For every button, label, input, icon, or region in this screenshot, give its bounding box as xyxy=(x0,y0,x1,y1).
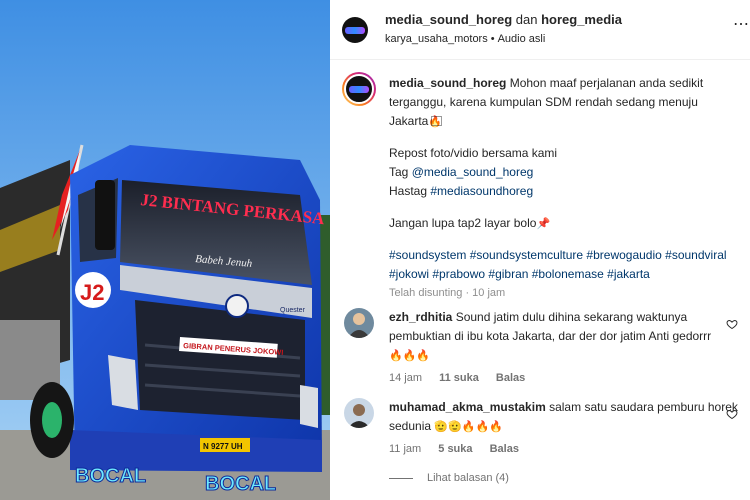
tag-label: Tag xyxy=(389,165,409,179)
audio-link[interactable]: Audio asli xyxy=(498,33,546,45)
avatar-image xyxy=(344,308,374,338)
author-link[interactable]: media_sound_horeg xyxy=(385,12,512,27)
caption-text: media_sound_horeg Mohon maaf perjalanan … xyxy=(389,74,739,303)
avatar-image xyxy=(344,398,374,428)
avatar-logo xyxy=(345,26,365,34)
truck-photo: J2 J2 BINTANG PERKASA Babeh Jenuh Queste… xyxy=(0,0,330,500)
license-plate: N 9277 UH xyxy=(203,442,243,451)
post-authors: media_sound_horeg dan horeg_media xyxy=(385,12,622,27)
caption-tap: Jangan lupa tap2 layar bolo xyxy=(389,216,537,230)
comment-username[interactable]: muhamad_akma_mustakim xyxy=(389,400,546,414)
comment-meta: 14 jam 11 suka Balas xyxy=(389,369,739,388)
comment-body: muhamad_akma_mustakim salam satu saudara… xyxy=(389,398,739,459)
caption-username[interactable]: media_sound_horeg xyxy=(389,76,506,90)
comment-meta: 11 jam 5 suka Balas xyxy=(389,440,739,459)
model-text: Quester xyxy=(280,307,306,314)
heart-icon[interactable] xyxy=(726,318,738,330)
post-details-panel: media_sound_horeg dan horeg_media karya_… xyxy=(330,0,750,500)
caption-repost: Repost foto/vidio bersama kami xyxy=(389,146,558,160)
post-header: media_sound_horeg dan horeg_media karya_… xyxy=(330,0,750,60)
comment-likes[interactable]: 5 suka xyxy=(438,443,472,455)
view-replies-button[interactable]: Lihat balasan (4) xyxy=(389,472,509,484)
hashtag-label: Hastag xyxy=(389,184,428,198)
view-replies-label: Lihat balasan (4) xyxy=(427,472,509,484)
pin-emoji: 📌 xyxy=(536,217,551,230)
post-subtitle: karya_usaha_motors • Audio asli xyxy=(385,33,545,45)
comment-likes[interactable]: 11 suka xyxy=(439,372,479,384)
avatar[interactable] xyxy=(342,17,368,43)
side-logo: J2 xyxy=(80,280,104,305)
avatar[interactable] xyxy=(342,72,376,106)
coauthor-link[interactable]: horeg_media xyxy=(541,12,622,27)
comment-emoji: 🫡🫡🔥🔥🔥 xyxy=(434,420,503,433)
comment-emoji: 🔥🔥🔥 xyxy=(389,349,431,362)
avatar-logo xyxy=(349,85,369,93)
tag-link[interactable]: @media_sound_horeg xyxy=(412,165,534,179)
more-horizontal-icon[interactable]: ⋯ xyxy=(733,14,750,34)
post-media[interactable]: J2 J2 BINTANG PERKASA Babeh Jenuh Queste… xyxy=(0,0,330,500)
reply-button[interactable]: Balas xyxy=(496,372,525,384)
author-connector: dan xyxy=(515,12,538,27)
heart-icon[interactable] xyxy=(726,408,738,420)
avatar[interactable] xyxy=(344,308,374,338)
separator-dot: • xyxy=(490,33,495,45)
location-link[interactable]: karya_usaha_motors xyxy=(385,33,488,45)
comment-time: 11 jam xyxy=(389,443,422,455)
brand-left: BOCAL xyxy=(75,465,146,487)
avatar[interactable] xyxy=(344,398,374,428)
divider-line xyxy=(389,477,413,479)
caption-meta: Telah disunting · 10 jam xyxy=(389,287,506,299)
brand-right: BOCAL xyxy=(205,473,276,495)
comment-username[interactable]: ezh_rdhitia xyxy=(389,310,452,324)
caption-hashtags[interactable]: #soundsystem #soundsystemculture #brewog… xyxy=(389,246,739,284)
reply-button[interactable]: Balas xyxy=(490,443,519,455)
comment-time: 14 jam xyxy=(389,372,423,384)
fire-emoji: 🔥⃞⃞ xyxy=(428,115,443,128)
comment-body: ezh_rdhitia Sound jatim dulu dihina seka… xyxy=(389,308,739,388)
hashtag-link[interactable]: #mediasoundhoreg xyxy=(430,184,533,198)
